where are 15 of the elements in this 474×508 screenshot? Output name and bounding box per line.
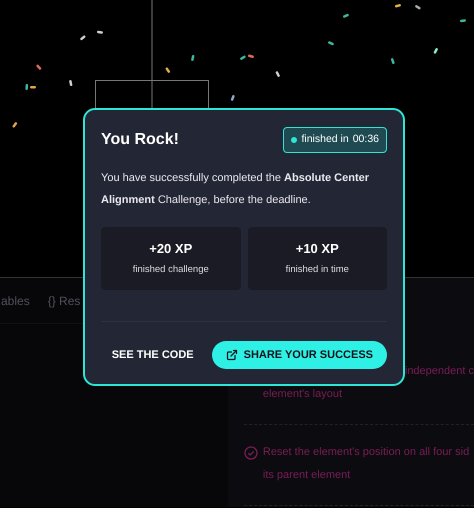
dialog-message: You have successfully completed the Absolute Center Alignment Challenge, before the deadline. [101, 170, 370, 208]
checklist-text: element's layout [262, 387, 344, 402]
xp-label: finished in time [286, 262, 349, 277]
dialog-title: You Rock! [101, 130, 179, 150]
badge-time: 00:36 [352, 132, 379, 147]
xp-value: +20 XP [149, 240, 192, 258]
xp-value: +10 XP [296, 240, 339, 258]
external-link-icon [226, 348, 238, 361]
checklist-text: independent c [404, 364, 474, 379]
checklist-text: Reset the element's position on all four sid [262, 445, 470, 460]
badge-label: finished in [301, 132, 349, 147]
checklist-text: its parent element [262, 468, 352, 483]
see-code-button[interactable]: SEE THE CODE [112, 346, 194, 363]
share-button[interactable]: SHARE YOUR SUCCESS [212, 340, 387, 369]
xp-label: finished challenge [132, 262, 209, 277]
